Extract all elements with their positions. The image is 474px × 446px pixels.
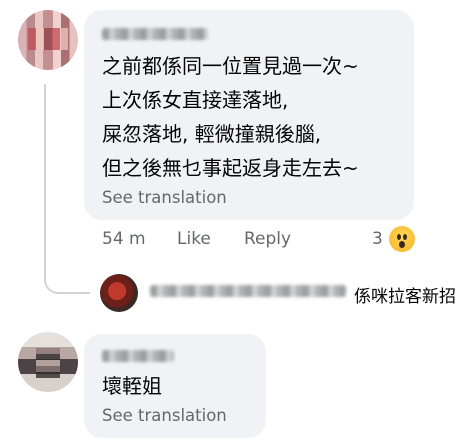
author-name-blurred[interactable] <box>102 350 174 362</box>
comment-text-line: 之前都係同一位置見過一次~ <box>102 54 359 78</box>
like-button[interactable]: Like <box>177 229 211 249</box>
author-name-blurred[interactable] <box>102 28 208 40</box>
comment-timestamp[interactable]: 54 m <box>102 229 146 249</box>
reply-avatar[interactable] <box>100 274 138 312</box>
reaction-count[interactable]: 3 <box>372 229 383 249</box>
comment-text-line: 屎忽落地, 輕微撞親後腦, <box>102 122 322 146</box>
comment-text-line: 但之後無乜事起返身走左去~ <box>102 156 359 180</box>
reply-author-name-blurred[interactable] <box>150 285 346 297</box>
reply-button[interactable]: Reply <box>244 229 291 249</box>
reply-preview-text[interactable]: 係咪拉客新招 <box>354 282 456 307</box>
avatar[interactable] <box>18 10 78 70</box>
avatar[interactable] <box>18 332 78 392</box>
wow-reaction-icon[interactable] <box>389 226 415 252</box>
comment-text-line: 壞輊姐 <box>102 374 162 398</box>
see-translation-link[interactable]: See translation <box>102 188 227 207</box>
comment-text-line: 上次係女直接達落地, <box>102 88 289 112</box>
see-translation-link[interactable]: See translation <box>102 406 227 425</box>
